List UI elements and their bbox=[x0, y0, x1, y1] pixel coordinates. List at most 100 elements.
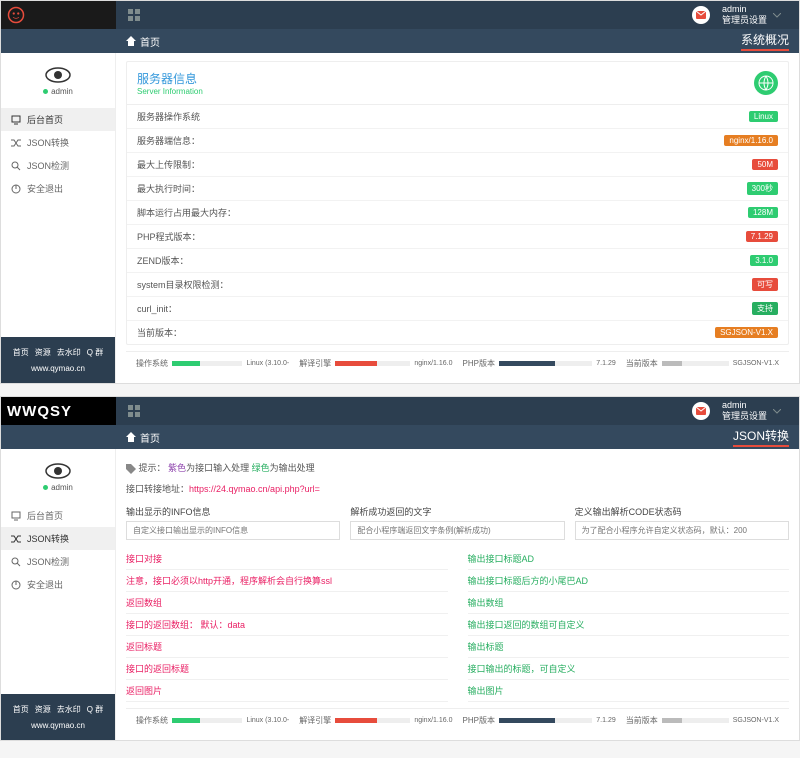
text-input[interactable] bbox=[350, 521, 564, 540]
info-row: 最大执行时间：300秒 bbox=[127, 177, 788, 201]
logo[interactable]: WWQSY bbox=[1, 397, 116, 425]
mail-button[interactable] bbox=[692, 402, 710, 420]
field-label: 输出接口返回的数组可自定义 bbox=[468, 614, 790, 636]
field-label: 返回数组 bbox=[126, 592, 448, 614]
site-url[interactable]: www.qymao.cn bbox=[7, 721, 109, 730]
footer-link[interactable]: 资源 bbox=[35, 704, 51, 715]
stat-item: PHP版本7.1.29 bbox=[463, 358, 616, 369]
info-row: ZEND版本：3.1.0 bbox=[127, 249, 788, 273]
page-title: JSON转换 bbox=[733, 427, 789, 447]
info-row: PHP程式版本：7.1.29 bbox=[127, 225, 788, 249]
home-icon bbox=[126, 36, 136, 46]
footer-link[interactable]: Q 群 bbox=[87, 347, 103, 358]
stat-item: PHP版本7.1.29 bbox=[463, 715, 616, 726]
home-icon bbox=[126, 432, 136, 442]
status-badge: 3.1.0 bbox=[750, 255, 778, 266]
page-title: 系统概况 bbox=[741, 31, 789, 51]
user-role: 管理员设置 bbox=[722, 411, 767, 422]
stat-item: 解译引擎nginx/1.16.0 bbox=[299, 715, 452, 726]
interface-url[interactable]: https://24.qymao.cn/api.php?url= bbox=[189, 484, 320, 494]
eye-icon bbox=[45, 463, 71, 479]
field-label: 输出接口标题AD bbox=[468, 548, 790, 570]
sidebar-item-power[interactable]: 安全退出 bbox=[1, 573, 115, 596]
grid-toggle-icon[interactable] bbox=[124, 401, 144, 421]
status-badge: 300秒 bbox=[747, 182, 778, 195]
stat-item: 解译引擎nginx/1.16.0 bbox=[299, 358, 452, 369]
user-name: admin bbox=[722, 400, 767, 411]
field-label: 输出标题 bbox=[468, 636, 790, 658]
monitor-icon bbox=[11, 511, 21, 521]
mail-icon bbox=[696, 407, 706, 415]
mail-button[interactable] bbox=[692, 6, 710, 24]
info-row: 当前版本：SGJSON-V1.X bbox=[127, 321, 788, 344]
sidebar-username: admin bbox=[43, 483, 73, 492]
text-input[interactable] bbox=[126, 521, 340, 540]
panel-json-convert: WWQSY admin 管理员设置 首页 JSON转换 admin bbox=[0, 396, 800, 741]
footer-link[interactable]: 首页 bbox=[13, 347, 29, 358]
search-icon bbox=[11, 557, 21, 567]
sidebar-item-power[interactable]: 安全退出 bbox=[1, 177, 115, 200]
power-icon bbox=[11, 580, 21, 590]
field-label: 输出图片 bbox=[468, 680, 790, 702]
input-label: 输出显示的INFO信息 bbox=[126, 505, 340, 518]
sidebar-avatar: admin bbox=[1, 53, 115, 100]
status-badge: 可写 bbox=[752, 278, 778, 291]
chevron-down-icon bbox=[773, 409, 781, 414]
topbar: WWQSY admin 管理员设置 bbox=[1, 397, 799, 425]
sidebar-footer: 首页资源去水印 Q 群 www.qymao.cn bbox=[1, 694, 115, 740]
sidebar-username: admin bbox=[43, 87, 73, 96]
user-menu[interactable]: admin 管理员设置 bbox=[722, 400, 781, 422]
field-label: 接口的返回标题 bbox=[126, 658, 448, 680]
footer-link[interactable]: 去水印 bbox=[57, 704, 81, 715]
grid-toggle-icon[interactable] bbox=[124, 5, 144, 25]
field-label: 接口的返回数组： 默认：data bbox=[126, 614, 448, 636]
mail-icon bbox=[696, 11, 706, 19]
tag-icon bbox=[126, 464, 136, 474]
shuffle-icon bbox=[11, 534, 21, 544]
status-badge: Linux bbox=[749, 111, 778, 122]
footer-link[interactable]: 去水印 bbox=[57, 347, 81, 358]
home-link[interactable]: 首页 bbox=[126, 34, 160, 49]
stat-item: 操作系统Linux (3.10.0- bbox=[136, 358, 289, 369]
topbar: admin 管理员设置 bbox=[1, 1, 799, 29]
logo[interactable] bbox=[1, 1, 116, 29]
field-label: 输出数组 bbox=[468, 592, 790, 614]
status-badge: 支持 bbox=[752, 302, 778, 315]
info-row: curl_init：支持 bbox=[127, 297, 788, 321]
sidebar-item-search[interactable]: JSON检测 bbox=[1, 154, 115, 177]
chevron-down-icon bbox=[773, 13, 781, 18]
sidebar-avatar: admin bbox=[1, 449, 115, 496]
interface-url-row: 接口转接地址：https://24.qymao.cn/api.php?url= bbox=[126, 478, 789, 499]
card-subtitle: Server Information bbox=[137, 87, 203, 96]
breadcrumb-bar: 首页 系统概况 bbox=[1, 29, 799, 53]
sidebar-item-shuffle[interactable]: JSON转换 bbox=[1, 527, 115, 550]
footer-link[interactable]: 资源 bbox=[35, 347, 51, 358]
site-url[interactable]: www.qymao.cn bbox=[7, 364, 109, 373]
search-icon bbox=[11, 161, 21, 171]
text-input[interactable] bbox=[575, 521, 789, 540]
stat-item: 当前版本SGJSON-V1.X bbox=[626, 358, 779, 369]
info-row: 服务器端信息：nginx/1.16.0 bbox=[127, 129, 788, 153]
stat-item: 操作系统Linux (3.10.0- bbox=[136, 715, 289, 726]
sidebar-footer: 首页资源去水印 Q 群 www.qymao.cn bbox=[1, 337, 115, 383]
sidebar-item-shuffle[interactable]: JSON转换 bbox=[1, 131, 115, 154]
info-row: 脚本运行占用最大内存：128M bbox=[127, 201, 788, 225]
sidebar-item-monitor[interactable]: 后台首页 bbox=[1, 108, 115, 131]
monitor-icon bbox=[11, 115, 21, 125]
field-label: 注意，接口必须以http开通，程序解析会自行换算ssl bbox=[126, 570, 448, 592]
sidebar-item-monitor[interactable]: 后台首页 bbox=[1, 504, 115, 527]
user-role: 管理员设置 bbox=[722, 15, 767, 26]
input-label: 解析成功返回的文字 bbox=[350, 505, 564, 518]
globe-icon bbox=[754, 71, 778, 95]
footer-link[interactable]: 首页 bbox=[13, 704, 29, 715]
field-label: 输出接口标题后方的小尾巴AD bbox=[468, 570, 790, 592]
field-label: 接口对接 bbox=[126, 548, 448, 570]
footer-link[interactable]: Q 群 bbox=[87, 704, 103, 715]
user-menu[interactable]: admin 管理员设置 bbox=[722, 4, 781, 26]
cat-logo-icon bbox=[7, 6, 25, 24]
sidebar: admin 后台首页JSON转换JSON检测安全退出 首页资源去水印 Q 群 ww… bbox=[1, 53, 116, 383]
sidebar-item-search[interactable]: JSON检测 bbox=[1, 550, 115, 573]
status-badge: nginx/1.16.0 bbox=[724, 135, 778, 146]
info-row: 最大上传限制：50M bbox=[127, 153, 788, 177]
home-link[interactable]: 首页 bbox=[126, 430, 160, 445]
